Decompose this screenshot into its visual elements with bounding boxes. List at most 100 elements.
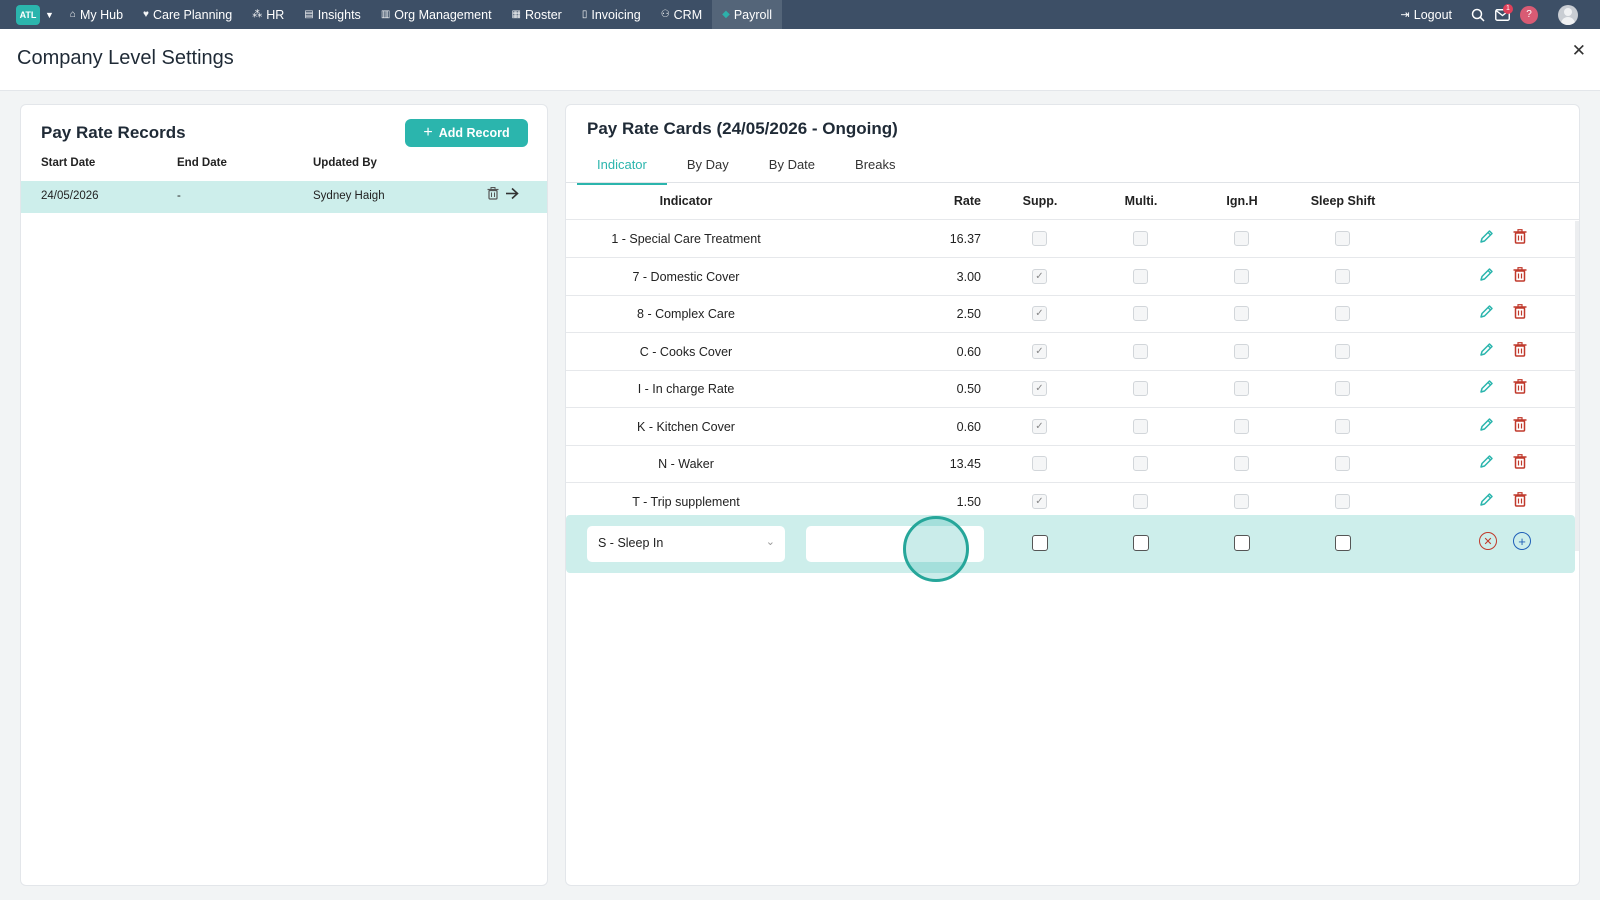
nav-my-hub[interactable]: ⌂ My Hub (60, 0, 133, 29)
nav-label: Roster (525, 7, 562, 22)
column-multi: Multi. (1124, 194, 1158, 208)
table-row[interactable]: 24/05/2026 - Sydney Haigh (21, 181, 547, 213)
row-rate: 0.60 (956, 344, 981, 359)
nav-crm[interactable]: ⚇ CRM (651, 0, 712, 29)
pencil-icon[interactable] (1479, 229, 1494, 249)
row-indicator: K - Kitchen Cover (637, 419, 735, 434)
trash-icon[interactable] (1513, 266, 1527, 286)
table-row: 1 - Special Care Treatment 16.37 (566, 221, 1579, 258)
tab-by-date[interactable]: By Date (749, 145, 835, 183)
column-indicator: Indicator (659, 194, 713, 208)
tab-bar: Indicator By Day By Date Breaks (577, 145, 916, 187)
indicator-select[interactable]: S - Sleep In ⌄ (587, 526, 785, 562)
row-rate: 3.00 (956, 269, 981, 284)
brand-switcher[interactable]: ATL ▼ (16, 0, 54, 29)
column-start-date: Start Date (41, 157, 96, 169)
scrollbar[interactable] (1575, 221, 1579, 551)
add-record-button[interactable]: + Add Record (405, 119, 528, 147)
table-row: K - Kitchen Cover 0.60 ✓ (566, 409, 1579, 446)
pencil-icon[interactable] (1479, 492, 1494, 512)
trash-icon[interactable] (1513, 304, 1527, 323)
row-rate: 16.37 (949, 232, 981, 246)
table-row: I - In charge Rate 0.50 ✓ (566, 371, 1579, 408)
supp-checkbox: ✓ (1032, 381, 1047, 396)
sleep-shift-checkbox (1335, 343, 1350, 359)
nav-label: Invoicing (591, 7, 641, 22)
multi-checkbox (1133, 456, 1148, 471)
nav-org-management[interactable]: ▥ Org Management (371, 0, 502, 29)
row-indicator: 8 - Complex Care (637, 307, 735, 321)
nav-roster[interactable]: ▦ Roster (502, 0, 572, 29)
supp-checkbox: ✓ (1032, 418, 1047, 434)
multi-checkbox (1133, 343, 1148, 359)
nav-hr[interactable]: ⁂ HR (242, 0, 294, 29)
trash-icon[interactable] (1513, 341, 1527, 361)
supp-checkbox: ✓ (1032, 306, 1047, 321)
nav-label: Payroll (733, 7, 773, 22)
users-icon: ⁂ (252, 9, 263, 20)
help-icon[interactable]: ? (1520, 5, 1538, 24)
ignh-checkbox[interactable] (1234, 535, 1250, 551)
supp-checkbox: ✓ (1032, 343, 1047, 359)
panel-title: Pay Rate Cards (24/05/2026 - Ongoing) (587, 119, 898, 138)
pencil-icon[interactable] (1479, 267, 1494, 287)
trash-icon[interactable] (1513, 454, 1527, 473)
chevron-down-icon: ▼ (45, 9, 54, 20)
search-icon[interactable] (1466, 3, 1490, 27)
ignh-checkbox (1234, 456, 1249, 471)
ignh-checkbox (1234, 418, 1249, 434)
multi-checkbox (1133, 418, 1148, 434)
trash-icon[interactable] (1513, 416, 1527, 436)
sleep-shift-checkbox (1335, 381, 1350, 396)
trash-icon[interactable] (487, 187, 499, 203)
logout-button[interactable]: ⇥ Logout (1401, 8, 1452, 22)
supp-checkbox: ✓ (1032, 268, 1047, 284)
panel-title: Pay Rate Records (41, 123, 186, 142)
nav-insights[interactable]: ▤ Insights (294, 0, 371, 29)
mail-icon[interactable]: 1 (1490, 3, 1514, 27)
row-rate: 2.50 (956, 307, 981, 321)
chevron-down-icon: ⌄ (765, 536, 775, 548)
arrow-right-icon[interactable] (505, 187, 519, 203)
pencil-icon[interactable] (1479, 304, 1494, 324)
multi-checkbox[interactable] (1133, 535, 1149, 551)
row-indicator: N - Waker (658, 457, 714, 471)
supp-checkbox[interactable] (1032, 535, 1048, 551)
pencil-icon[interactable] (1479, 417, 1494, 437)
contacts-icon: ⚇ (660, 9, 670, 20)
chart-icon: ▤ (304, 9, 314, 20)
pencil-icon[interactable] (1479, 454, 1494, 474)
nav-invoicing[interactable]: ▯ Invoicing (572, 0, 651, 29)
ignh-checkbox (1234, 231, 1249, 246)
row-indicator: C - Cooks Cover (639, 344, 733, 359)
cancel-icon[interactable]: ✕ (1479, 532, 1497, 550)
tab-indicator[interactable]: Indicator (577, 145, 667, 185)
page-title: Company Level Settings (17, 47, 234, 69)
row-indicator: 1 - Special Care Treatment (611, 232, 761, 246)
nav-care-planning[interactable]: ♥ Care Planning (133, 0, 242, 29)
sleep-shift-checkbox (1335, 493, 1350, 509)
ignh-checkbox (1234, 381, 1249, 396)
pencil-icon[interactable] (1479, 379, 1494, 399)
tab-breaks[interactable]: Breaks (835, 145, 915, 183)
logout-icon: ⇥ (1400, 9, 1410, 21)
diamond-icon: ◆ (722, 9, 730, 20)
tab-by-day[interactable]: By Day (667, 145, 749, 183)
nav-label: Insights (317, 7, 361, 22)
multi-checkbox (1133, 381, 1148, 396)
multi-checkbox (1133, 493, 1148, 509)
ignh-checkbox (1234, 343, 1249, 359)
nav-payroll[interactable]: ◆ Payroll (712, 0, 783, 29)
ignh-checkbox (1234, 306, 1249, 321)
trash-icon[interactable] (1513, 491, 1527, 511)
rate-input[interactable] (806, 526, 984, 562)
trash-icon[interactable] (1513, 379, 1527, 398)
pay-rate-records-panel: Pay Rate Records + Add Record Start Date… (20, 104, 548, 886)
add-icon[interactable]: + (1513, 532, 1531, 550)
trash-icon[interactable] (1513, 229, 1527, 248)
pencil-icon[interactable] (1479, 342, 1494, 362)
calendar-icon: ▦ (511, 9, 521, 20)
sleep-shift-checkbox[interactable] (1335, 535, 1351, 551)
close-icon[interactable]: ✕ (1572, 41, 1586, 61)
avatar[interactable] (1558, 4, 1578, 25)
